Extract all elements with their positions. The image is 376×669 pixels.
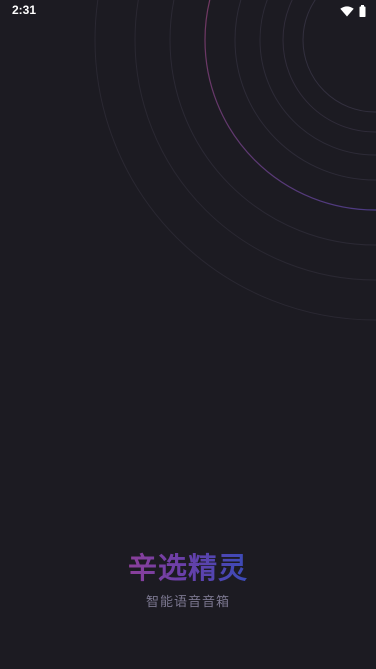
wifi-icon [340,4,354,22]
status-time: 2:31 [12,3,37,17]
status-icons [340,4,366,22]
status-bar: 2:31 [0,0,376,22]
app-subtitle: 智能语音音箱 [145,595,230,610]
splash-screen: 2:31 辛选精灵 智能语音音箱 [0,0,376,669]
app-title: 辛选精灵 [127,551,248,585]
brand-block: 辛选精灵 智能语音音箱 [0,549,376,610]
battery-icon [359,4,366,22]
